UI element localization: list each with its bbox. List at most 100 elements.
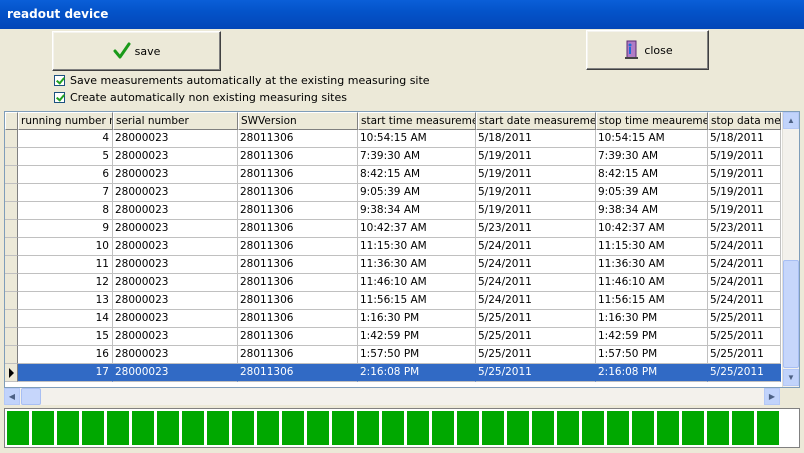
table-cell[interactable]: 5/24/2011 xyxy=(476,292,596,310)
table-cell[interactable]: 5/19/2011 xyxy=(708,166,781,184)
row-indicator[interactable] xyxy=(5,130,18,148)
table-cell[interactable]: 7:39:30 AM xyxy=(358,148,476,166)
table-cell[interactable]: 1:16:30 PM xyxy=(596,310,708,328)
table-cell[interactable]: 28000023 xyxy=(113,292,238,310)
row-indicator[interactable] xyxy=(5,256,18,274)
table-cell[interactable]: 5/25/2011 xyxy=(476,346,596,364)
table-cell[interactable]: 11:36:30 AM xyxy=(358,256,476,274)
column-header[interactable]: serial number xyxy=(113,112,238,130)
table-cell[interactable]: 5/25/2011 xyxy=(708,364,781,382)
table-cell[interactable]: 28000023 xyxy=(113,346,238,364)
table-cell[interactable]: 28000023 xyxy=(113,274,238,292)
scroll-left-button[interactable]: ◀ xyxy=(4,388,20,405)
table-cell[interactable]: 5/19/2011 xyxy=(476,166,596,184)
auto-create-checkbox[interactable] xyxy=(54,91,65,103)
column-header[interactable]: SWVersion xyxy=(238,112,358,130)
table-cell[interactable]: 28000023 xyxy=(113,310,238,328)
table-row[interactable]: 13 28000023 28011306 11:56:15 AM 5/24/2011 11… xyxy=(5,292,781,310)
table-cell[interactable]: 8:42:15 AM xyxy=(596,166,708,184)
close-button[interactable]: close xyxy=(586,30,709,70)
row-indicator[interactable] xyxy=(5,364,18,382)
horizontal-scrollbar[interactable]: ◀ ▶ xyxy=(4,388,780,405)
table-cell[interactable]: 10:42:37 AM xyxy=(358,220,476,238)
table-cell[interactable]: 5/18/2011 xyxy=(708,130,781,148)
table-cell[interactable]: 5/19/2011 xyxy=(476,184,596,202)
table-cell[interactable]: 5/25/2011 xyxy=(476,310,596,328)
row-indicator[interactable] xyxy=(5,346,18,364)
table-cell[interactable]: 5/23/2011 xyxy=(708,220,781,238)
table-cell[interactable]: 28011306 xyxy=(238,202,358,220)
table-cell[interactable]: 8 xyxy=(18,202,113,220)
table-cell[interactable]: 12 xyxy=(18,274,113,292)
table-cell[interactable]: 11:56:15 AM xyxy=(596,292,708,310)
table-cell[interactable]: 10:54:15 AM xyxy=(358,130,476,148)
window-title-bar[interactable]: readout device xyxy=(0,0,804,29)
table-cell[interactable]: 11:46:10 AM xyxy=(596,274,708,292)
table-cell[interactable]: 1:16:30 PM xyxy=(358,310,476,328)
table-cell[interactable]: 11:36:30 AM xyxy=(596,256,708,274)
table-cell[interactable]: 11 xyxy=(18,256,113,274)
scroll-right-button[interactable]: ▶ xyxy=(764,388,780,405)
table-row[interactable]: 5 28000023 28011306 7:39:30 AM 5/19/2011 7:39… xyxy=(5,148,781,166)
measurements-grid[interactable]: running number meserial numberSWVersions… xyxy=(4,111,800,388)
table-cell[interactable]: 17 xyxy=(18,364,113,382)
table-cell[interactable]: 5/19/2011 xyxy=(476,202,596,220)
table-cell[interactable]: 10:54:15 AM xyxy=(596,130,708,148)
auto-save-option[interactable]: Save measurements automatically at the e… xyxy=(54,73,430,87)
table-cell[interactable]: 10:42:37 AM xyxy=(596,220,708,238)
table-cell[interactable]: 28000023 xyxy=(113,220,238,238)
table-cell[interactable]: 28000023 xyxy=(113,238,238,256)
table-cell[interactable]: 5/24/2011 xyxy=(476,238,596,256)
table-cell[interactable]: 11:15:30 AM xyxy=(596,238,708,256)
row-indicator[interactable] xyxy=(5,148,18,166)
row-indicator[interactable] xyxy=(5,202,18,220)
save-button[interactable]: save xyxy=(52,31,221,71)
table-cell[interactable]: 9:05:39 AM xyxy=(358,184,476,202)
auto-create-option[interactable]: Create automatically non existing measur… xyxy=(54,90,347,104)
vertical-scrollbar[interactable]: ▲ ▼ xyxy=(782,112,799,387)
table-row[interactable]: 15 28000023 28011306 1:42:59 PM 5/25/2011 1:4… xyxy=(5,328,781,346)
table-cell[interactable]: 28011306 xyxy=(238,310,358,328)
table-cell[interactable]: 28000023 xyxy=(113,328,238,346)
table-row[interactable]: 14 28000023 28011306 1:16:30 PM 5/25/2011 1:1… xyxy=(5,310,781,328)
table-cell[interactable]: 28000023 xyxy=(113,202,238,220)
table-cell[interactable]: 5/24/2011 xyxy=(708,238,781,256)
table-cell[interactable]: 5/19/2011 xyxy=(708,202,781,220)
table-cell[interactable]: 28011306 xyxy=(238,346,358,364)
scroll-down-button[interactable]: ▼ xyxy=(783,369,799,386)
table-cell[interactable]: 28011306 xyxy=(238,238,358,256)
table-cell[interactable]: 8:42:15 AM xyxy=(358,166,476,184)
table-cell[interactable]: 2:16:08 PM xyxy=(596,364,708,382)
table-cell[interactable]: 11:15:30 AM xyxy=(358,238,476,256)
table-cell[interactable]: 1:42:59 PM xyxy=(358,328,476,346)
table-cell[interactable]: 14 xyxy=(18,310,113,328)
table-cell[interactable]: 28000023 xyxy=(113,148,238,166)
table-cell[interactable]: 1:42:59 PM xyxy=(596,328,708,346)
table-cell[interactable]: 13 xyxy=(18,292,113,310)
table-cell[interactable]: 5/19/2011 xyxy=(708,184,781,202)
table-cell[interactable]: 5/24/2011 xyxy=(708,274,781,292)
table-cell[interactable]: 16 xyxy=(18,346,113,364)
row-indicator[interactable] xyxy=(5,220,18,238)
table-cell[interactable]: 5/19/2011 xyxy=(476,148,596,166)
scroll-up-button[interactable]: ▲ xyxy=(783,112,799,129)
table-row[interactable]: 16 28000023 28011306 1:57:50 PM 5/25/2011 1:5… xyxy=(5,346,781,364)
table-cell[interactable]: 5/24/2011 xyxy=(476,274,596,292)
table-cell[interactable]: 28000023 xyxy=(113,256,238,274)
table-cell[interactable]: 28011306 xyxy=(238,364,358,382)
table-row[interactable]: 9 28000023 28011306 10:42:37 AM 5/23/2011 10:… xyxy=(5,220,781,238)
row-indicator[interactable] xyxy=(5,274,18,292)
row-indicator[interactable] xyxy=(5,238,18,256)
table-cell[interactable]: 28000023 xyxy=(113,364,238,382)
table-cell[interactable]: 1:57:50 PM xyxy=(596,346,708,364)
table-cell[interactable]: 7 xyxy=(18,184,113,202)
table-cell[interactable]: 2:16:08 PM xyxy=(358,364,476,382)
table-cell[interactable]: 28011306 xyxy=(238,184,358,202)
table-cell[interactable]: 9:38:34 AM xyxy=(596,202,708,220)
table-cell[interactable]: 5/19/2011 xyxy=(708,148,781,166)
auto-save-checkbox[interactable] xyxy=(54,74,65,86)
table-cell[interactable]: 11:46:10 AM xyxy=(358,274,476,292)
table-cell[interactable]: 6 xyxy=(18,166,113,184)
table-cell[interactable]: 10 xyxy=(18,238,113,256)
table-cell[interactable]: 5/24/2011 xyxy=(708,256,781,274)
